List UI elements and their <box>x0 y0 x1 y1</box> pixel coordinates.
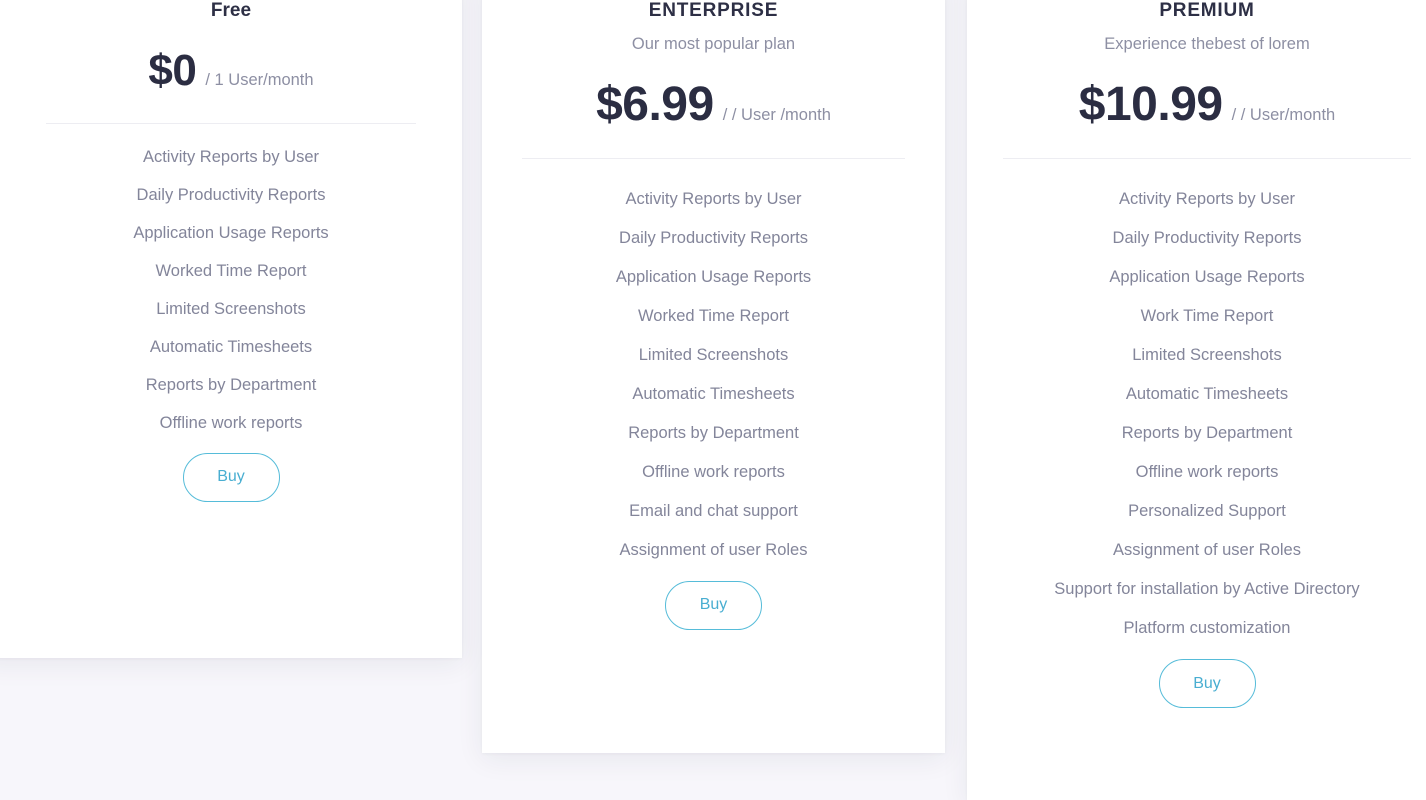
list-item: Worked Time Report <box>155 261 307 280</box>
pricing-card-free: Free $0 / 1 User/month Activity Reports … <box>0 0 462 658</box>
plan-price-free: $0 <box>148 45 197 95</box>
pricing-card-premium: PREMIUM Experience thebest of lorem $10.… <box>967 0 1426 800</box>
list-item: Support for installation by Active Direc… <box>1054 579 1360 598</box>
buy-button-enterprise[interactable]: Buy <box>665 580 762 630</box>
list-item: Platform customization <box>1123 618 1291 637</box>
feature-list-free: Activity Reports by User Daily Productiv… <box>42 149 420 432</box>
plan-period-free: / 1 User/month <box>205 70 314 89</box>
cta-wrapper-enterprise: Buy <box>518 580 909 630</box>
list-item: Offline work reports <box>642 462 785 481</box>
price-row-free: $0 / 1 User/month <box>42 45 420 95</box>
list-item: Application Usage Reports <box>615 267 812 286</box>
list-item: Automatic Timesheets <box>1125 384 1289 403</box>
list-item: Daily Productivity Reports <box>136 185 326 204</box>
list-item: Worked Time Report <box>638 306 789 325</box>
pricing-plans-section: Free $0 / 1 User/month Activity Reports … <box>0 0 1426 800</box>
list-item: Application Usage Reports <box>133 223 329 242</box>
price-row-premium: $10.99 / / User/month <box>999 77 1415 131</box>
feature-list-premium: Activity Reports by User Daily Productiv… <box>999 191 1415 637</box>
plan-price-enterprise: $6.99 <box>596 77 714 131</box>
card-divider-free <box>46 122 416 124</box>
list-item: Activity Reports by User <box>142 147 320 166</box>
plan-period-premium: / / User/month <box>1231 105 1336 124</box>
plan-period-enterprise: / / User /month <box>722 105 831 124</box>
plan-price-premium: $10.99 <box>1078 77 1223 131</box>
list-item: Limited Screenshots <box>1132 345 1282 364</box>
plan-name-premium: PREMIUM <box>1159 0 1255 21</box>
list-item: Activity Reports by User <box>625 189 802 208</box>
list-item: Reports by Department <box>145 375 317 394</box>
card-divider-enterprise <box>522 157 905 159</box>
list-item: Automatic Timesheets <box>632 384 795 403</box>
list-item: Activity Reports by User <box>1118 189 1296 208</box>
list-item: Assignment of user Roles <box>619 540 808 559</box>
feature-list-enterprise: Activity Reports by User Daily Productiv… <box>518 191 909 559</box>
list-item: Personalized Support <box>1128 501 1286 520</box>
list-item: Work Time Report <box>1140 306 1274 325</box>
cta-wrapper-free: Buy <box>42 452 420 502</box>
plan-name-enterprise: ENTERPRISE <box>648 0 779 21</box>
card-divider-premium <box>1003 157 1411 159</box>
list-item: Offline work reports <box>159 413 303 432</box>
list-item: Daily Productivity Reports <box>1112 228 1302 247</box>
list-item: Automatic Timesheets <box>149 337 313 356</box>
list-item: Email and chat support <box>629 501 798 520</box>
buy-button-free[interactable]: Buy <box>182 452 280 502</box>
list-item: Limited Screenshots <box>638 345 789 364</box>
cta-wrapper-premium: Buy <box>999 659 1415 709</box>
list-item: Limited Screenshots <box>156 299 306 318</box>
plan-name-free: Free <box>210 0 252 21</box>
list-item: Daily Productivity Reports <box>619 228 808 247</box>
buy-button-premium[interactable]: Buy <box>1158 659 1256 709</box>
plan-subtitle-premium: Experience thebest of lorem <box>1104 34 1310 53</box>
list-item: Offline work reports <box>1135 462 1279 481</box>
list-item: Reports by Department <box>1121 423 1293 442</box>
pricing-card-enterprise: ENTERPRISE Our most popular plan $6.99 /… <box>482 0 945 753</box>
list-item: Assignment of user Roles <box>1112 540 1301 559</box>
list-item: Reports by Department <box>628 423 799 442</box>
plan-subtitle-enterprise: Our most popular plan <box>631 34 796 53</box>
price-row-enterprise: $6.99 / / User /month <box>518 77 909 131</box>
list-item: Application Usage Reports <box>1109 267 1305 286</box>
